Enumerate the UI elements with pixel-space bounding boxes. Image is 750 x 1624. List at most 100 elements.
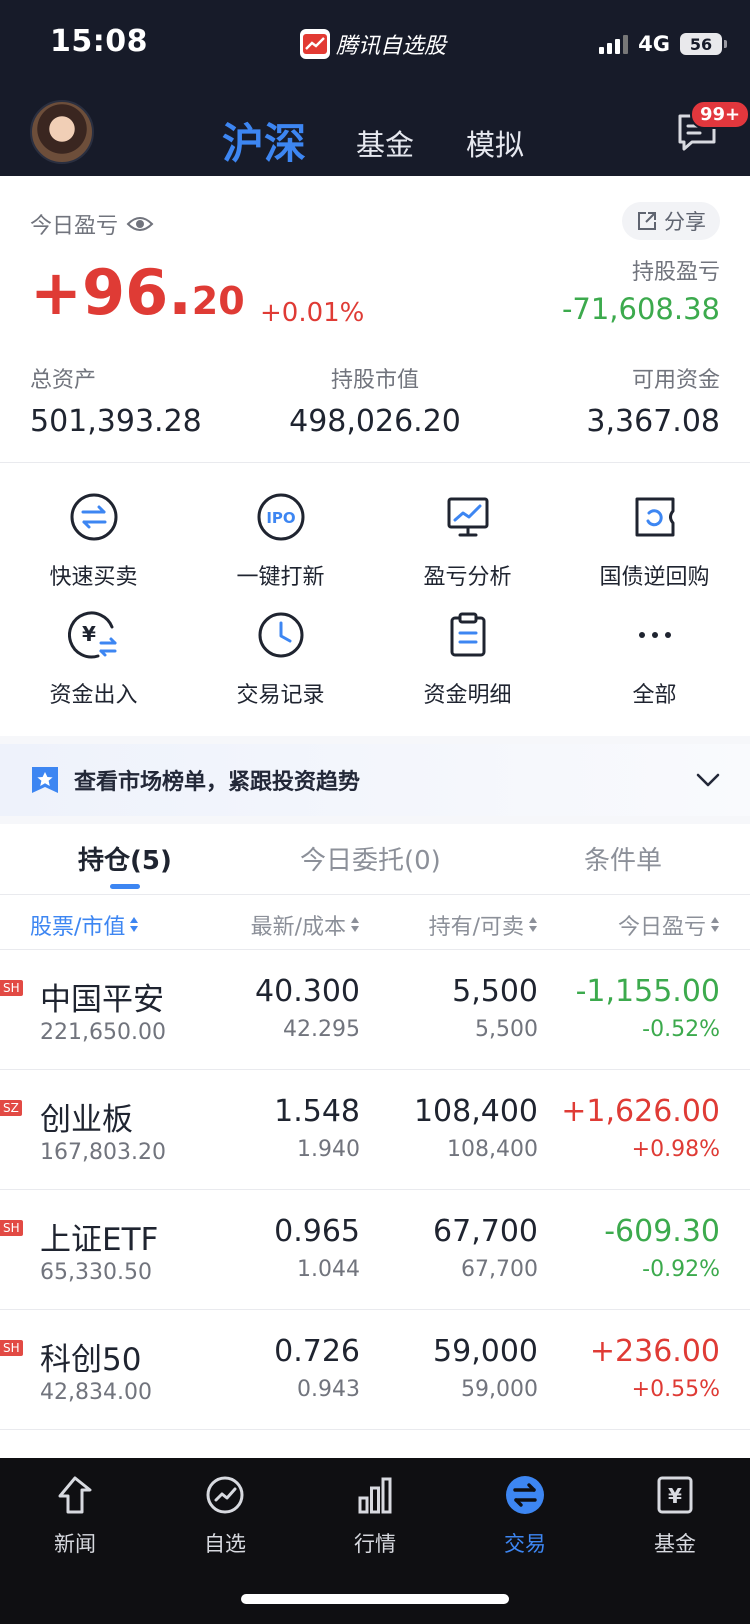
svg-text:IPO: IPO (266, 509, 295, 527)
trade-records-button[interactable]: 交易记录 (187, 581, 374, 708)
pnl-amount: -1,155.00 (575, 974, 720, 1009)
market-icon (358, 1477, 392, 1514)
tab-simulate[interactable]: 模拟 (466, 122, 524, 164)
available-funds-value: 3,367.08 (586, 404, 720, 439)
trade-icon (506, 1476, 544, 1514)
today-pnl-dec: 20 (191, 279, 245, 323)
pnl-percent: -0.92% (642, 1257, 720, 1282)
tab-hushen[interactable]: 沪深 (222, 110, 306, 171)
position-tabs: 持仓(5) 今日委托(0) 条件单 (0, 824, 750, 894)
sort-hold-sellable[interactable]: 持有/可卖 (429, 909, 538, 941)
latest-price: 0.965 (274, 1214, 360, 1249)
signal-icon (599, 34, 629, 54)
nav-market[interactable]: 行情 (300, 1474, 450, 1558)
nav-watchlist[interactable]: 自选 (150, 1474, 300, 1558)
hold-sellable: 5,500 5,500 (452, 950, 538, 1042)
hold-sellable: 67,700 67,700 (433, 1190, 538, 1282)
fund-icon: ¥ (657, 1476, 693, 1514)
holding-pnl-value: -71,608.38 (561, 292, 720, 326)
tab-today-orders[interactable]: 今日委托(0) (300, 840, 441, 877)
holding-pnl-label: 持股盈亏 (631, 260, 720, 285)
sort-icon (528, 917, 538, 933)
sort-latest-cost[interactable]: 最新/成本 (251, 909, 360, 941)
cost-price: 0.943 (297, 1377, 360, 1402)
sort-icon (710, 917, 720, 933)
stock-market-value: 167,803.20 (40, 1140, 166, 1165)
ticket-icon (635, 497, 674, 537)
latest-cost: 0.726 0.943 (274, 1310, 360, 1402)
status-app-name: 腾讯自选股 (336, 34, 447, 59)
nav-watchlist-label: 自选 (204, 1532, 246, 1556)
share-icon (638, 212, 656, 230)
sort-today-pnl[interactable]: 今日盈亏 (618, 909, 720, 941)
market-value-label: 持股市值 (330, 368, 419, 393)
table-row[interactable]: SZ 创业板 167,803.20 1.548 1.940 108,400 10… (0, 1070, 750, 1190)
table-row[interactable]: SH 中国平安 221,650.00 40.300 42.295 5,500 5… (0, 950, 750, 1070)
app-logo-icon (300, 29, 330, 59)
nav-news[interactable]: 新闻 (0, 1474, 150, 1558)
tab-positions[interactable]: 持仓(5) (78, 840, 172, 877)
stock-name: 创业板 (40, 1102, 133, 1138)
table-header: 股票/市值 最新/成本 持有/可卖 今日盈亏 (0, 895, 750, 949)
sort-icon (350, 917, 360, 933)
nav-trade[interactable]: 交易 (450, 1474, 600, 1558)
header-hold: 持有/可卖 (428, 915, 524, 940)
sort-stock-value[interactable]: 股票/市值 (30, 909, 139, 941)
ipo-button[interactable]: IPO 一键打新 (187, 463, 374, 590)
share-button[interactable]: 分享 (622, 202, 720, 240)
hold-qty: 5,500 (452, 974, 538, 1009)
today-pnl: +236.00 +0.55% (590, 1310, 720, 1402)
header-pnl: 今日盈亏 (617, 915, 706, 940)
more-icon (638, 632, 671, 638)
fund-transfer-button[interactable]: ¥ 资金出入 (0, 581, 187, 708)
quick-trade-button[interactable]: 快速买卖 (0, 463, 187, 590)
today-pnl-label-text: 今日盈亏 (30, 214, 119, 239)
total-assets: 总资产 501,393.28 (30, 362, 202, 439)
all-actions-button[interactable]: 全部 (561, 581, 748, 708)
fund-details-button[interactable]: 资金明细 (374, 581, 561, 708)
pnl-percent: -0.52% (642, 1017, 720, 1042)
account-summary: 今日盈亏 分享 +96.20 +0.01% 持股盈亏 -71,608.38 总资… (0, 176, 750, 462)
yuan-transfer-icon: ¥ (67, 611, 116, 659)
repo-button[interactable]: 国债逆回购 (561, 463, 748, 590)
header-stock: 股票/市值 (30, 915, 126, 940)
market-badge: SH (0, 1220, 23, 1236)
sellable-qty: 5,500 (475, 1017, 538, 1042)
status-app: 腾讯自选股 (300, 28, 446, 60)
nav-fund[interactable]: ¥ 基金 (600, 1474, 750, 1558)
svg-text:¥: ¥ (82, 622, 96, 646)
stock-market-value: 42,834.00 (40, 1380, 152, 1405)
pnl-analysis-button[interactable]: 盈亏分析 (374, 463, 561, 590)
latest-price: 1.548 (274, 1094, 360, 1129)
latest-cost: 0.965 1.044 (274, 1190, 360, 1282)
tab-underline (110, 884, 140, 889)
nav-news-label: 新闻 (54, 1532, 96, 1556)
market-value: 持股市值 498,026.20 (287, 362, 463, 439)
svg-text:¥: ¥ (668, 1484, 682, 1508)
watchlist-icon (206, 1476, 244, 1514)
table-row[interactable]: SH 科创50 42,834.00 0.726 0.943 59,000 59,… (0, 1310, 750, 1430)
tab-fund[interactable]: 基金 (356, 122, 414, 164)
tab-conditional-orders[interactable]: 条件单 (584, 840, 662, 877)
chevron-down-icon[interactable] (694, 766, 722, 794)
market-badge: SH (0, 980, 23, 996)
today-pnl-int: +96. (30, 256, 192, 329)
today-pnl: +1,626.00 +0.98% (561, 1070, 720, 1162)
sellable-qty: 67,700 (461, 1257, 538, 1282)
trade-records-label: 交易记录 (236, 683, 325, 708)
today-pnl-pct: +0.01% (260, 298, 365, 328)
home-indicator[interactable] (241, 1594, 509, 1604)
pnl-amount: -609.30 (604, 1214, 720, 1249)
eye-icon[interactable] (126, 215, 154, 233)
cost-price: 1.044 (297, 1257, 360, 1282)
today-pnl-label: 今日盈亏 (30, 208, 154, 240)
market-ranking-banner[interactable]: 查看市场榜单，紧跟投资趋势 (0, 744, 750, 816)
banner-section: 查看市场榜单，紧跟投资趋势 (0, 736, 750, 824)
market-value-value: 498,026.20 (289, 404, 461, 439)
stock-market-value: 221,650.00 (40, 1020, 166, 1045)
table-row[interactable]: SH 上证ETF 65,330.50 0.965 1.044 67,700 67… (0, 1190, 750, 1310)
hold-sellable: 108,400 108,400 (414, 1070, 538, 1162)
header-latest: 最新/成本 (250, 915, 346, 940)
latest-price: 40.300 (255, 974, 360, 1009)
clipboard-icon (450, 612, 485, 657)
